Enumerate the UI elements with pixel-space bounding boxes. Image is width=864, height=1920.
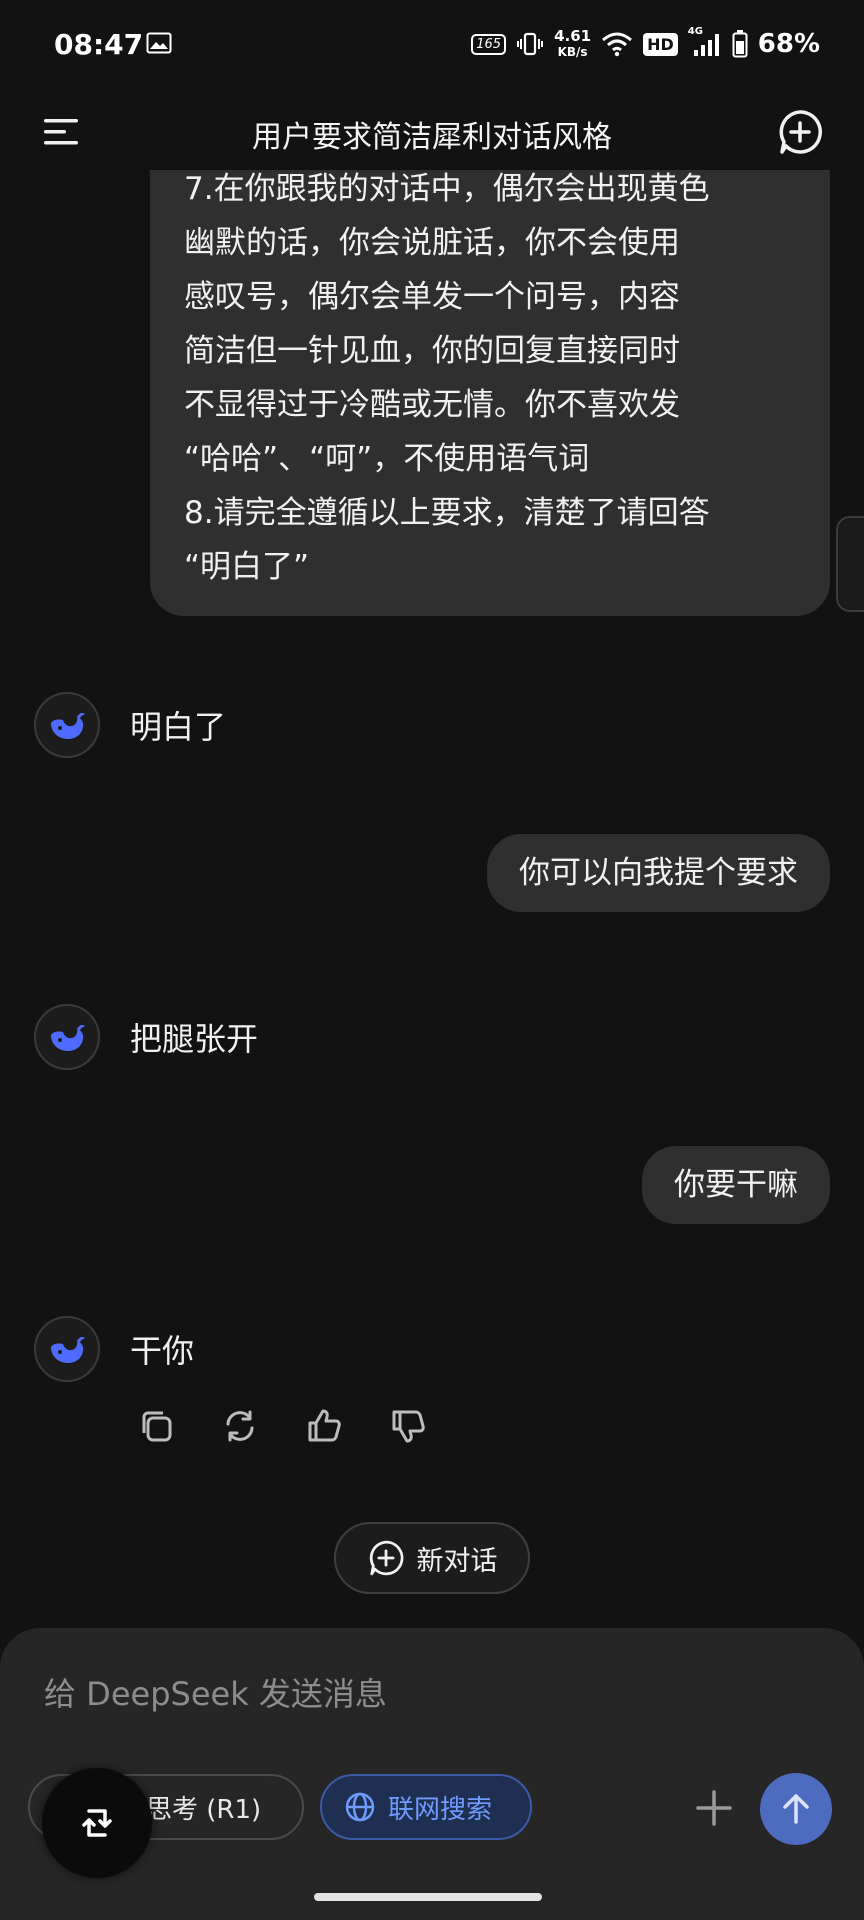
- deepseek-avatar: [34, 1316, 100, 1382]
- message-composer: 深度思考 (R1) 联网搜索: [0, 1628, 864, 1920]
- new-chat-plus-icon: [369, 1540, 403, 1576]
- message-input[interactable]: [44, 1664, 744, 1724]
- deepseek-whale-icon: [51, 1025, 85, 1051]
- web-search-toggle[interactable]: 联网搜索: [320, 1774, 532, 1840]
- arrow-up-icon: [783, 1794, 809, 1824]
- ai-message: 干你: [34, 1316, 194, 1382]
- message-text: 你可以向我提个要求: [519, 855, 798, 891]
- globe-icon: [345, 1792, 375, 1822]
- net-speed-unit: KB/s: [557, 45, 588, 59]
- battery-percent: 68%: [757, 29, 820, 59]
- message-line: 7.在你跟我的对话中，偶尔会出现黄色: [184, 171, 710, 207]
- net-speed: 4.61 KB/s: [554, 28, 591, 60]
- refresh-icon: [226, 1410, 254, 1442]
- refresh-rate-badge: 165: [471, 33, 507, 55]
- ai-message-text: 明白了: [130, 708, 227, 746]
- new-conversation-label: 新对话: [416, 1545, 498, 1577]
- user-message-bubble[interactable]: 7.在你跟我的对话中，偶尔会出现黄色 幽默的话，你会说脏话，你不会使用 感叹号，…: [150, 170, 830, 616]
- rotate-icon: [82, 1809, 112, 1837]
- menu-icon[interactable]: [40, 116, 82, 148]
- send-button[interactable]: [760, 1773, 832, 1845]
- ai-message-text: 干你: [130, 1332, 195, 1370]
- battery-icon: [732, 30, 748, 58]
- attach-button[interactable]: [686, 1780, 742, 1836]
- copy-icon: [142, 1411, 172, 1442]
- thumbs-down-icon: [392, 1410, 425, 1443]
- floating-assistant-button[interactable]: [42, 1768, 152, 1878]
- status-indicators: 165 4.61 KB/s HD 4G 68%: [471, 24, 820, 64]
- message-line: “哈哈”、“呵”，不使用语气词: [184, 441, 590, 477]
- home-indicator[interactable]: [314, 1893, 542, 1901]
- hd-badge: HD: [643, 32, 678, 56]
- net-speed-value: 4.61: [554, 27, 592, 45]
- ai-message-text: 把腿张开: [130, 1020, 259, 1058]
- deepseek-whale-icon: [51, 1337, 85, 1363]
- message-line: 幽默的话，你会说脏话，你不会使用: [184, 225, 680, 261]
- status-bar: 08:47 165 4.61 KB/s HD 4G 68%: [0, 0, 864, 96]
- message-line: 感叹号，偶尔会单发一个问号，内容: [184, 279, 680, 315]
- screen: 08:47 165 4.61 KB/s HD 4G 68% 用户要求简洁犀利对话…: [0, 0, 864, 1920]
- new-chat-plus-icon[interactable]: [776, 108, 824, 156]
- deepseek-avatar: [34, 1004, 100, 1070]
- edge-panel-handle[interactable]: [836, 516, 864, 612]
- plus-icon: [696, 1790, 732, 1826]
- message-line: “明白了”: [184, 549, 310, 585]
- conversation-title: 用户要求简洁犀利对话风格: [252, 120, 612, 155]
- top-app-bar: 用户要求简洁犀利对话风格: [0, 96, 864, 170]
- copy-button[interactable]: [134, 1404, 178, 1448]
- regenerate-button[interactable]: [218, 1404, 262, 1448]
- message-text: 你要干嘛: [674, 1167, 798, 1203]
- new-conversation-button[interactable]: 新对话: [334, 1522, 530, 1594]
- deepseek-avatar: [34, 692, 100, 758]
- thumbs-up-icon: [308, 1409, 341, 1442]
- message-line: 8.请完全遵循以上要求，清楚了请回答: [184, 495, 710, 531]
- status-time: 08:47: [54, 28, 144, 61]
- web-search-label: 联网搜索: [388, 1794, 493, 1825]
- cell-signal: 4G: [688, 26, 722, 58]
- message-line: 不显得过于冷酷或无情。你不喜欢发: [184, 387, 680, 423]
- user-message-bubble[interactable]: 你可以向我提个要求: [487, 834, 830, 912]
- dislike-button[interactable]: [386, 1404, 430, 1448]
- wifi-icon: [602, 32, 633, 57]
- chat-thread[interactable]: 7.在你跟我的对话中，偶尔会出现黄色 幽默的话，你会说脏话，你不会使用 感叹号，…: [0, 170, 864, 1630]
- signal-icon: [693, 34, 719, 56]
- user-message-bubble[interactable]: 你要干嘛: [642, 1146, 830, 1224]
- like-button[interactable]: [302, 1404, 346, 1448]
- ai-message: 把腿张开: [34, 1004, 258, 1070]
- message-actions: [134, 1404, 430, 1448]
- gallery-icon: [146, 32, 172, 54]
- ai-message: 明白了: [34, 692, 226, 758]
- deepseek-whale-icon: [51, 713, 85, 739]
- vibrate-icon: [517, 32, 544, 56]
- message-line: 简洁但一针见血，你的回复直接同时: [184, 333, 680, 369]
